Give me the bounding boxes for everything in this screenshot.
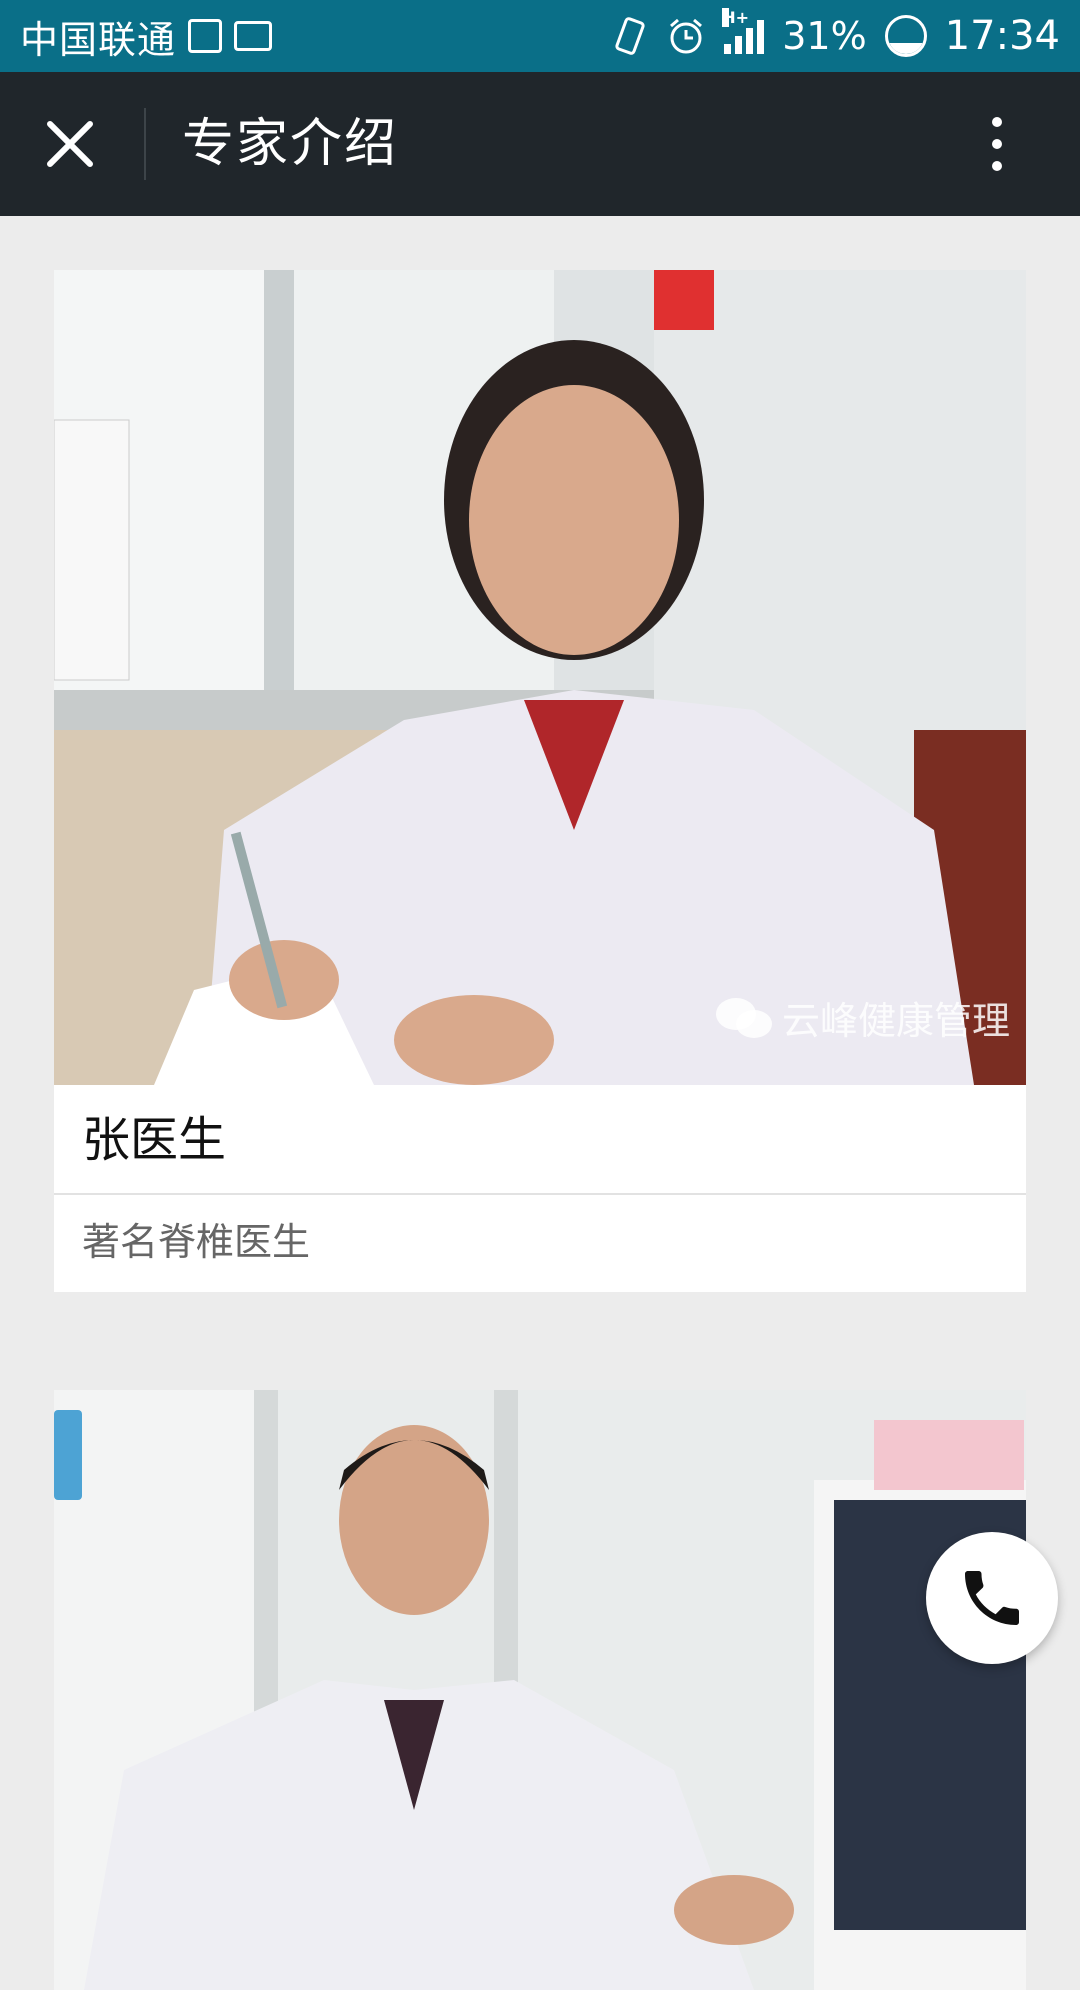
clock: 17:34 (944, 13, 1060, 59)
nav-bar: 专家介绍 (0, 72, 1080, 216)
expert-description: 著名脊椎医生 (82, 1220, 311, 1264)
battery-icon (884, 15, 927, 57)
expert-card[interactable] (54, 1390, 1026, 1990)
expert-name: 张医生 (54, 1085, 1026, 1195)
expert-photo: 云峰健康管理 (54, 270, 1026, 1085)
call-button[interactable] (926, 1532, 1058, 1664)
close-icon[interactable] (40, 114, 100, 174)
gallery-notification-icon (188, 19, 223, 53)
network-type: H+ (722, 8, 750, 27)
watermark: 云峰健康管理 (714, 990, 1010, 1045)
page-title: 专家介绍 (182, 114, 399, 174)
phone-icon (965, 1571, 1019, 1625)
keyboard-notification-icon (234, 21, 273, 51)
alarm-icon (670, 18, 703, 54)
signal-strength-icon: H+ (722, 8, 765, 54)
nav-divider (144, 108, 146, 180)
vibrate-icon (615, 17, 645, 55)
watermark-text: 云峰健康管理 (781, 999, 1010, 1043)
battery-fill (887, 42, 924, 54)
status-bar: 中国联通 H+ 31% 17:34 (0, 0, 1080, 72)
carrier-name: 中国联通 (20, 17, 177, 62)
wechat-icon (715, 997, 772, 1038)
battery-percent: 31% (782, 14, 867, 58)
more-vertical-icon[interactable] (985, 114, 1009, 174)
expert-card[interactable]: 云峰健康管理 张医生 著名脊椎医生 (54, 270, 1026, 1292)
expert-photo (54, 1390, 1026, 1990)
